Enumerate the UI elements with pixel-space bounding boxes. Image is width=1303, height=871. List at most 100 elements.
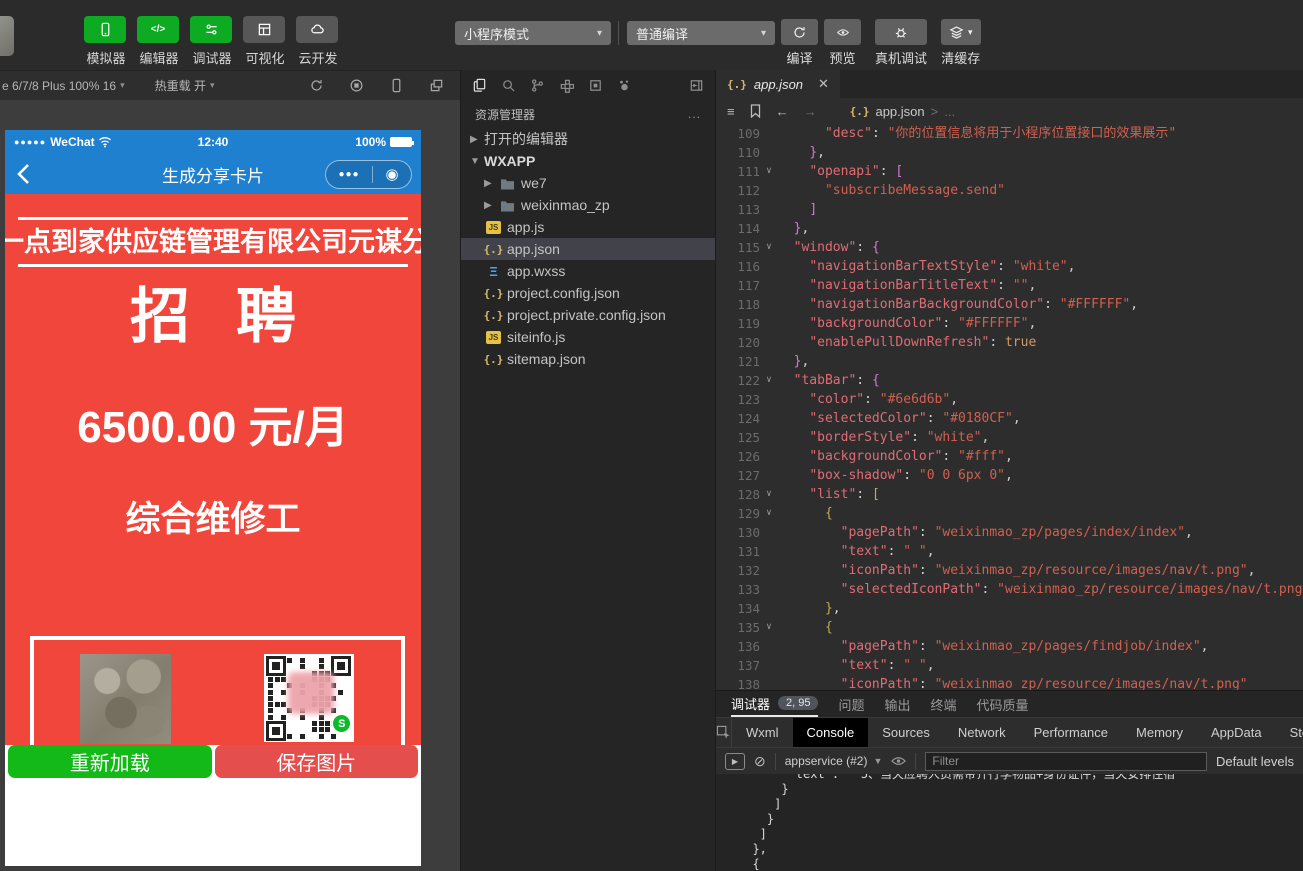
devtools-tab-performance[interactable]: Performance [1020,718,1122,747]
code-line-132[interactable]: 132 "iconPath": "weixinmao_zp/resource/i… [716,561,1303,580]
code-line-112[interactable]: 112 "subscribeMessage.send" [716,181,1303,200]
remote-debug-button[interactable]: 真机调试 [875,19,927,67]
code-line-134[interactable]: 134 }, [716,599,1303,618]
code-line-138[interactable]: 138 "iconPath": "weixinmao_zp/resource/i… [716,675,1303,690]
ink-icon[interactable] [617,78,632,93]
code-line-111[interactable]: 111∨ "openapi": [ [716,162,1303,181]
file-item-project-private-config-json[interactable]: {.}project.private.config.json [461,304,715,326]
code-line-114[interactable]: 114 }, [716,219,1303,238]
code-line-115[interactable]: 115∨ "window": { [716,238,1303,257]
breadcrumb[interactable]: {.} app.json > ... [850,104,955,119]
code-line-122[interactable]: 122∨ "tabBar": { [716,371,1303,390]
component-icon[interactable] [588,78,603,93]
fold-arrow-icon[interactable]: ∨ [760,238,778,257]
file-item-siteinfo-js[interactable]: JSsiteinfo.js [461,326,715,348]
device-icon[interactable] [389,78,404,93]
code-area[interactable]: 109 "desc": "你的位置信息将用于小程序位置接口的效果展示"110 }… [716,124,1303,690]
devtools-tab-sources[interactable]: Sources [868,718,944,747]
devtools-tab-network[interactable]: Network [944,718,1020,747]
more-dots-icon[interactable]: ●●● [338,169,359,180]
windows-icon[interactable] [429,78,444,93]
devtools-tab-storage[interactable]: Storage [1276,718,1303,747]
panel-tab-2[interactable]: 输出 [885,691,911,717]
filter-input[interactable] [925,752,1207,771]
close-target-icon[interactable]: ◉ [385,167,398,182]
code-line-126[interactable]: 126 "backgroundColor": "#fff", [716,447,1303,466]
search-icon[interactable] [501,78,516,93]
inspect-element-icon[interactable] [716,718,732,747]
eye-icon[interactable] [891,755,906,767]
file-item-we7[interactable]: ▶we7 [461,172,715,194]
project-avatar[interactable] [0,16,14,56]
devtools-tab-appdata[interactable]: AppData [1197,718,1276,747]
nav-forward-icon[interactable]: → [804,104,817,119]
code-line-131[interactable]: 131 "text": " ", [716,542,1303,561]
rotate-icon[interactable] [309,78,324,93]
simulator-toggle-button[interactable]: 模拟器 [84,16,128,67]
mini-program-qr-code[interactable]: S [264,654,354,742]
panel-tab-3[interactable]: 终端 [931,691,957,717]
bookmark-icon[interactable] [750,104,761,118]
code-line-130[interactable]: 130 "pagePath": "weixinmao_zp/pages/inde… [716,523,1303,542]
fold-arrow-icon[interactable]: ∨ [760,618,778,637]
compile-mode-dropdown[interactable]: 普通编译 ▾ [627,21,775,45]
devtools-tab-wxml[interactable]: Wxml [732,718,793,747]
tree-section-open-editors[interactable]: ▶打开的编辑器 [461,128,715,150]
code-line-125[interactable]: 125 "borderStyle": "white", [716,428,1303,447]
device-selector[interactable]: e 6/7/8 Plus 100% 16 ▾ [2,79,125,93]
fold-arrow-icon[interactable]: ∨ [760,485,778,504]
file-item-app-wxss[interactable]: Ξapp.wxss [461,260,715,282]
code-line-124[interactable]: 124 "selectedColor": "#0180CF", [716,409,1303,428]
dock-left-icon[interactable] [689,78,704,93]
tab-app-json[interactable]: {.} app.json ✕ [716,70,840,98]
clear-console-icon[interactable]: ⊘ [754,753,766,770]
code-line-128[interactable]: 128∨ "list": [ [716,485,1303,504]
code-line-117[interactable]: 117 "navigationBarTitleText": "", [716,276,1303,295]
tree-section-wxapp[interactable]: ▼WXAPP [461,150,715,172]
file-item-app-json[interactable]: {.}app.json [461,238,715,260]
outline-list-icon[interactable]: ≡ [727,104,735,119]
preview-button[interactable]: 预览 [824,19,861,67]
clear-cache-button[interactable]: ▾清缓存 [941,19,981,67]
explorer-more-icon[interactable]: ... [688,107,701,121]
code-line-110[interactable]: 110 }, [716,143,1303,162]
save-image-button[interactable]: 保存图片 [215,745,419,778]
code-line-109[interactable]: 109 "desc": "你的位置信息将用于小程序位置接口的效果展示" [716,124,1303,143]
reload-button[interactable]: 重新加载 [8,745,212,778]
code-line-121[interactable]: 121 }, [716,352,1303,371]
code-line-135[interactable]: 135∨ { [716,618,1303,637]
panel-tab-1[interactable]: 问题 [838,691,864,717]
file-item-project-config-json[interactable]: {.}project.config.json [461,282,715,304]
code-line-120[interactable]: 120 "enablePullDownRefresh": true [716,333,1303,352]
code-line-116[interactable]: 116 "navigationBarTextStyle": "white", [716,257,1303,276]
file-item-sitemap-json[interactable]: {.}sitemap.json [461,348,715,370]
code-line-129[interactable]: 129∨ { [716,504,1303,523]
fold-arrow-icon[interactable]: ∨ [760,371,778,390]
mode-dropdown[interactable]: 小程序模式 ▾ [455,21,611,45]
files-icon[interactable] [472,78,487,93]
editor-toggle-button[interactable]: </>编辑器 [137,16,181,67]
file-item-app-js[interactable]: JSapp.js [461,216,715,238]
code-line-127[interactable]: 127 "box-shadow": "0 0 6px 0", [716,466,1303,485]
code-line-118[interactable]: 118 "navigationBarBackgroundColor": "#FF… [716,295,1303,314]
record-icon[interactable] [349,78,364,93]
extensions-icon[interactable] [559,78,574,93]
code-line-136[interactable]: 136 "pagePath": "weixinmao_zp/pages/find… [716,637,1303,656]
git-branch-icon[interactable] [530,78,545,93]
debugger-toggle-button[interactable]: 调试器 [190,16,234,67]
compile-button[interactable]: 编译 [781,19,818,67]
console-context-icon[interactable]: ▶ [725,753,745,770]
panel-tab-4[interactable]: 代码质量 [977,691,1029,717]
nav-back-icon[interactable]: ← [776,104,789,119]
back-icon[interactable] [17,163,30,185]
capsule-menu[interactable]: ●●● ◉ [325,160,412,189]
visualization-toggle-button[interactable]: 可视化 [243,16,287,67]
context-selector[interactable]: appservice (#2) ▼ [785,754,883,768]
devtools-tab-memory[interactable]: Memory [1122,718,1197,747]
hot-reload-toggle[interactable]: 热重载 开 ▾ [155,77,215,94]
code-line-113[interactable]: 113 ] [716,200,1303,219]
file-item-weixinmao_zp[interactable]: ▶weixinmao_zp [461,194,715,216]
fold-arrow-icon[interactable]: ∨ [760,504,778,523]
code-line-133[interactable]: 133 "selectedIconPath": "weixinmao_zp/re… [716,580,1303,599]
fold-arrow-icon[interactable]: ∨ [760,162,778,181]
